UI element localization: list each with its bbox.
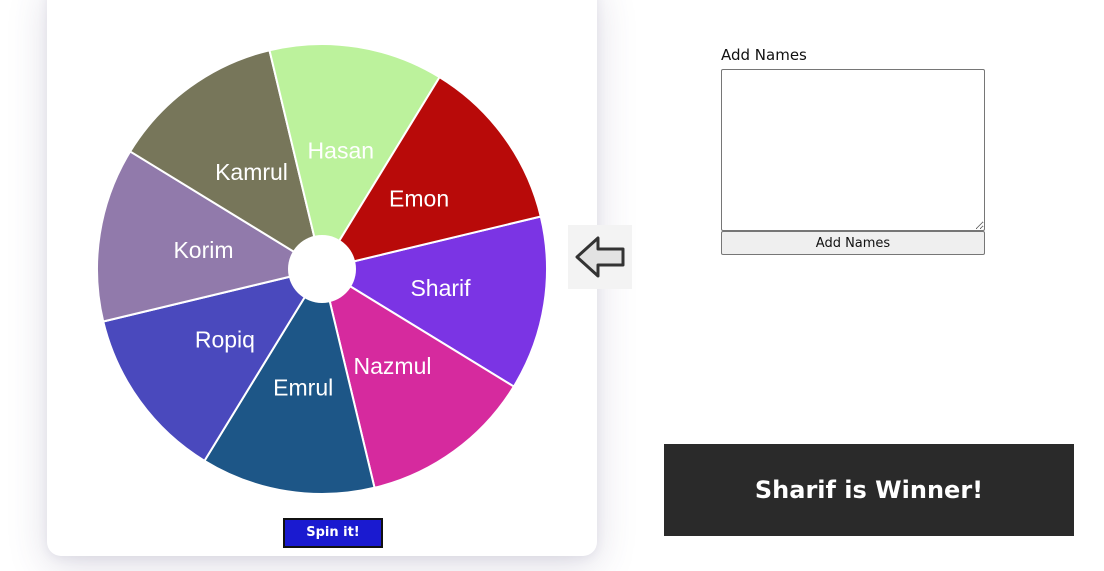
wheel-label-ropiq: Ropiq [195,327,255,353]
add-names-button[interactable]: Add Names [721,231,985,255]
spin-wheel[interactable]: Sharif Nazmul Emrul Ropiq Korim Kamrul Hasan Em… [47,0,597,556]
wheel-label-hasan: Hasan [308,138,374,164]
wheel-label-sharif: Sharif [410,275,471,301]
wheel-card: Sharif Nazmul Emrul Ropiq Korim Kamrul Hasan Em… [47,0,632,556]
add-names-label: Add Names [721,46,807,64]
winner-text: Sharif is Winner! [754,476,984,504]
wheel-label-nazmul: Nazmul [354,353,432,379]
wheel-hub [288,235,356,303]
names-textarea[interactable] [721,69,985,231]
wheel-label-emon: Emon [389,186,449,212]
app-screen: Sharif Nazmul Emrul Ropiq Korim Kamrul Hasan Em… [0,0,1104,571]
left-arrow-icon [575,236,625,278]
spin-button[interactable]: Spin it! [283,518,383,548]
wheel-pointer [568,225,632,289]
wheel-label-kamrul: Kamrul [215,159,288,185]
winner-banner: Sharif is Winner! [664,444,1074,536]
wheel-label-emrul: Emrul [273,375,333,401]
wheel-label-korim: Korim [173,237,233,263]
